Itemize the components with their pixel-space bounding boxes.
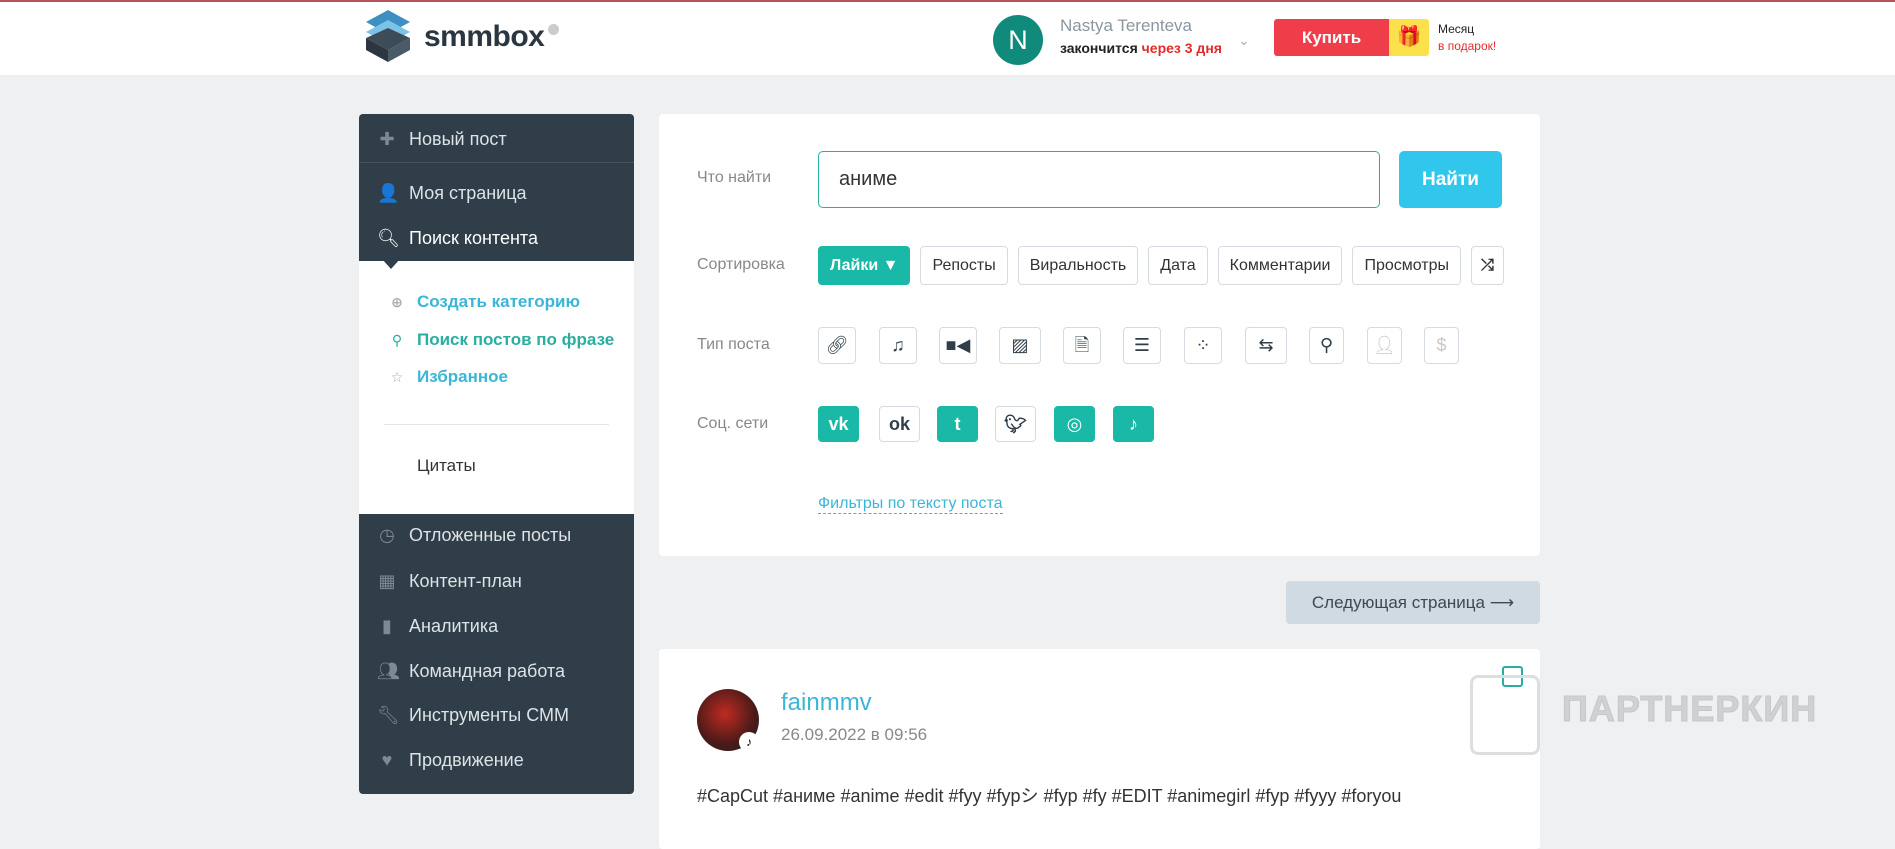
wrench-icon: 🔧︎ [377,704,400,725]
heart-icon: ♥ [381,749,393,770]
gift-icon[interactable]: 🎁 [1389,19,1429,56]
sidebar-item-label: Инструменты СММ [409,704,570,725]
smmbox-logo-icon [366,10,410,62]
sidebar: ✚ Новый пост 👤 Моя страница 🔍︎ Поиск контен… [359,114,634,794]
users-icon: 👥︎ [377,660,400,681]
submenu-label: Создать категорию [417,292,580,311]
search-icon: 🔍︎ [377,227,400,248]
divider [384,424,609,425]
active-pointer [382,259,400,269]
search-input[interactable] [818,151,1380,208]
sidebar-item-analytics[interactable]: ▮ Аналитика [359,605,634,647]
tiktok-icon: ♪ [739,732,759,752]
tumblr-icon[interactable]: t [937,406,978,442]
chevron-down-icon[interactable]: ⌄ [1238,32,1250,49]
sidebar-item-promotion[interactable]: ♥ Продвижение [359,739,634,781]
star-icon: ☆ [390,368,404,385]
clock-icon: ◷ [379,524,395,545]
list-icon[interactable]: ☰ [1123,327,1161,364]
content-search-submenu: ⊕ Создать категорию ⚲ Поиск постов по фраз… [359,259,634,514]
no-ads-icon[interactable]: $ [1424,327,1459,364]
user-icon: 👤 [377,182,400,203]
sidebar-item-my-page[interactable]: 👤 Моя страница [359,172,634,214]
plus-circle-icon: ⊕ [391,293,403,310]
sidebar-item-tools[interactable]: 🔧︎ Инструменты СММ [359,694,634,736]
sort-options: Лайки ▼ Репосты Виральность Дата Коммент… [818,246,1504,285]
odnoklassniki-icon[interactable]: ok [879,406,920,442]
sidebar-item-new-post[interactable]: ✚ Новый пост [359,117,634,163]
sidebar-item-label: Контент-план [409,570,522,591]
sidebar-item-label: Поиск контента [409,227,538,248]
status-dot [548,24,559,35]
gift-line2: в подарок! [1438,39,1497,53]
image-icon[interactable]: ▨ [999,327,1041,364]
gift-line1: Месяц [1438,22,1475,36]
sidebar-item-label: Продвижение [409,749,524,770]
location-icon[interactable]: ⚲ [1309,327,1344,364]
post-card: ♪ fainmmv 26.09.2022 в 09:56 #CapCut #ан… [659,649,1540,849]
sidebar-item-label: Аналитика [409,615,499,636]
avatar[interactable]: N [993,15,1043,65]
submenu-phrase-search[interactable]: ⚲ Поиск постов по фразе [389,330,614,350]
vk-icon[interactable]: vk [818,406,859,442]
post-date: 26.09.2022 в 09:56 [781,725,928,744]
gift-promo[interactable]: Месяц в подарок! [1438,21,1496,55]
sort-views[interactable]: Просмотры [1352,246,1462,285]
sort-likes[interactable]: Лайки ▼ [818,246,911,285]
submenu-label: Поиск постов по фразе [417,330,615,349]
social-label: Соц. сети [697,415,769,432]
sidebar-item-content-plan[interactable]: ▦ Контент-план [359,560,634,602]
category-quotes[interactable]: Цитаты [417,456,476,476]
submenu-favorites[interactable]: ☆ Избранное [389,367,508,387]
bar-chart-icon: ▮ [382,615,392,636]
document-icon[interactable]: 🗎 [1063,327,1101,364]
next-page-button[interactable]: Следующая страница ⟶ [1286,581,1540,624]
expires-value: через 3 дня [1141,40,1222,56]
sort-virality[interactable]: Виральность [1017,246,1139,285]
sidebar-item-team[interactable]: 👥︎ Командная работа [359,650,634,692]
plus-icon: ✚ [379,129,395,149]
repost-icon[interactable]: ⇆ [1245,327,1287,364]
header: smmbox N Nastya Terenteva закончится чер… [0,0,1895,75]
post-text: #CapCut #аниме #anime #edit #fyy #fypシ #… [697,786,1402,806]
link-icon[interactable]: 🔗︎ [818,327,856,364]
sort-date[interactable]: Дата [1148,246,1208,285]
tiktok-icon[interactable]: ♪ [1113,406,1154,442]
shuffle-icon[interactable]: ⤮ [1471,246,1504,285]
find-button[interactable]: Найти [1399,151,1502,208]
sort-comments[interactable]: Комментарии [1217,246,1343,285]
sidebar-item-scheduled[interactable]: ◷ Отложенные посты [359,514,634,556]
calendar-icon: ▦ [378,570,396,591]
search-icon: ⚲ [391,331,403,348]
sidebar-item-label: Отложенные посты [409,524,572,545]
twitter-icon[interactable]: 🐦︎ [995,406,1036,442]
watermark-logo-icon [1470,675,1540,755]
buy-button[interactable]: Купить [1274,19,1389,56]
instagram-icon[interactable]: ◎ [1054,406,1095,442]
subscription-status: закончится через 3 дня [1060,40,1222,56]
submenu-create-category[interactable]: ⊕ Создать категорию [389,292,580,312]
spinner-icon[interactable]: ⁘ [1184,327,1222,364]
post-type-label: Тип поста [697,336,770,353]
sort-reposts[interactable]: Репосты [920,246,1008,285]
search-panel: Что найти Найти Сортировка Лайки ▼ Репос… [659,114,1540,556]
sidebar-item-label: Новый пост [409,129,507,149]
watermark: ПАРТНЕРКИН [1561,688,1818,730]
sidebar-item-label: Моя страница [409,182,527,203]
text-filters-link[interactable]: Фильтры по тексту поста [818,495,1003,514]
sidebar-item-label: Командная работа [409,660,566,681]
submenu-label: Избранное [417,367,508,386]
user-name[interactable]: Nastya Terenteva [1060,16,1192,36]
no-user-icon[interactable]: 👤︎ [1367,327,1402,364]
sort-label: Сортировка [697,256,785,273]
logo-text[interactable]: smmbox [424,20,545,54]
search-label: Что найти [697,169,772,186]
expires-prefix: закончится [1060,40,1138,56]
video-icon[interactable]: ■◀ [939,327,977,364]
music-icon[interactable]: ♫ [879,327,917,364]
post-author[interactable]: fainmmv [781,689,872,717]
sidebar-item-content-search[interactable]: 🔍︎ Поиск контента [359,217,634,259]
